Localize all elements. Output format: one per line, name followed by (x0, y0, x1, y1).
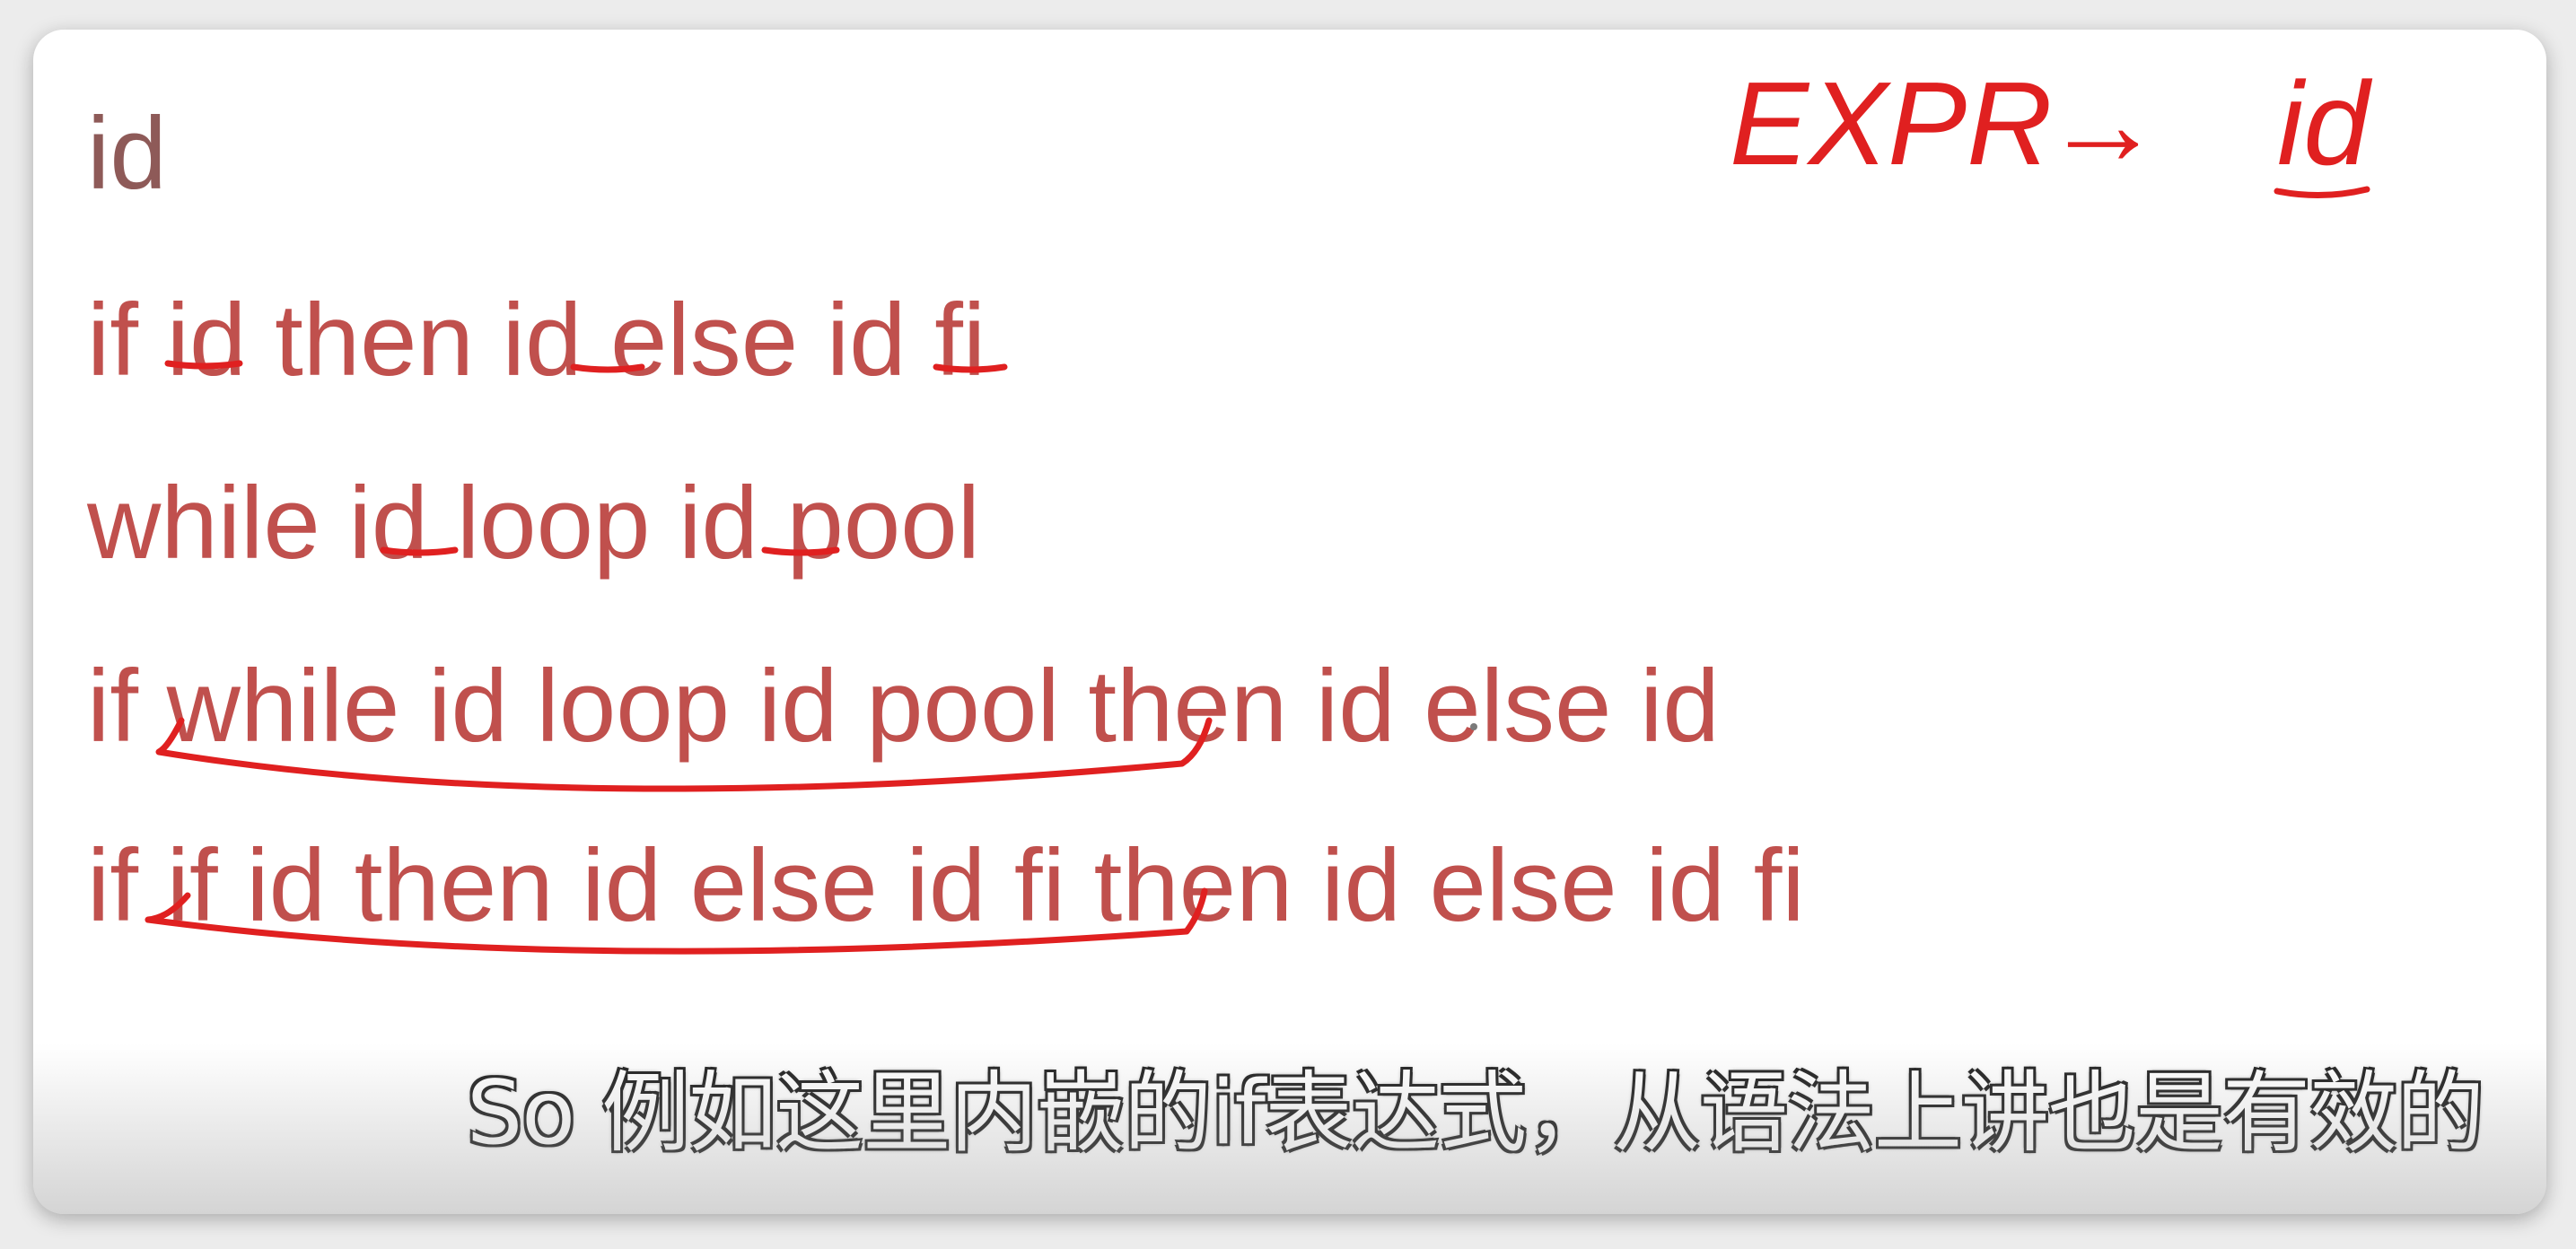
slide-line-4: if while id loop id pool then id else id (87, 650, 1720, 764)
slide-line-1: id (87, 97, 167, 211)
slide-line-3: while id loop id pool (87, 467, 980, 581)
slide-line-5: if if id then id else id fi then id else… (87, 829, 1805, 943)
slide-line-2: if id then id else id fi (87, 284, 986, 397)
rule-arrow: → (2044, 57, 2162, 189)
video-frame[interactable]: id if id then id else id fi while id loo… (33, 30, 2546, 1214)
rule-lhs: EXPR (1730, 57, 2052, 189)
rule-rhs: id (2277, 57, 2372, 189)
video-subtitle: So 例如这里内嵌的if表达式，从语法上讲也是有效的 (466, 1062, 2484, 1165)
handwritten-annotations: EXPR → id (145, 57, 2372, 955)
rule-rhs-underline (2274, 186, 2370, 199)
